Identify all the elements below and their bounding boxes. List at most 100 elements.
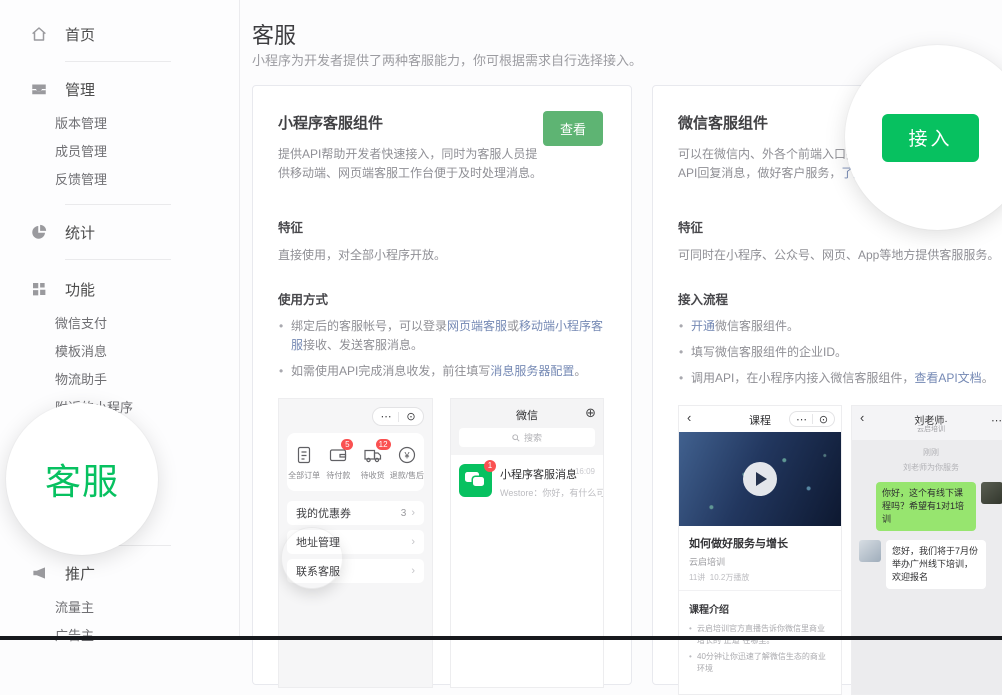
course-title: 如何做好服务与增长 [689, 535, 831, 551]
wallet-icon: 5 [327, 444, 349, 466]
shortcut-label: 退款/售后 [390, 470, 424, 481]
svg-text:¥: ¥ [403, 450, 410, 460]
chevron-right-icon: › [411, 536, 415, 548]
more-icon: ⋯ [991, 414, 1002, 427]
card-description: 提供API帮助开发者快速接入，同时为客服人员提供移动端、网页端客服工作台便于及时… [278, 145, 546, 183]
card-miniprogram-service: 小程序客服组件 查看 提供API帮助开发者快速接入，同时为客服人员提供移动端、网… [252, 85, 632, 685]
sidebar-item-stats[interactable]: 统计 [0, 218, 239, 246]
sidebar-item-logistics[interactable]: 物流助手 [0, 364, 239, 392]
add-icon: ⊕ [585, 405, 596, 421]
course-provider: 云启培训 [689, 555, 831, 568]
play-button-icon [743, 462, 777, 496]
connect-button[interactable]: 接入 [882, 114, 979, 162]
inline-link[interactable]: 开通 [691, 319, 715, 333]
usage-bullet: 如需使用API完成消息收发，前往填写消息服务器配置。 [278, 362, 607, 381]
spotlight-customer-service[interactable]: 客服 [6, 403, 158, 555]
sidebar-item-label: 功能 [65, 279, 95, 300]
screenshot-wechat-list: 微信 ⊕ 搜索 1 小程序客 [450, 398, 604, 688]
service-notice: 刘老师为你服务 [852, 462, 1002, 473]
sidebar-item-manage[interactable]: 管理 [0, 75, 239, 103]
chat-bubble-icon [473, 477, 484, 486]
more-icon: ⋯ [796, 413, 806, 426]
search-placeholder: 搜索 [524, 431, 542, 444]
course-header: ‹ 课程 ⋯ ⊙ [679, 406, 841, 432]
target-icon: ⊙ [406, 410, 415, 423]
miniprogram-capsule: ⋯ ⊙ [372, 407, 424, 426]
page-title: 客服 [252, 18, 296, 50]
refund-icon: ¥ [396, 444, 418, 466]
grid-icon [30, 280, 48, 298]
sidebar-item-advertiser[interactable]: 广告主 [0, 620, 239, 648]
sidebar-divider [65, 61, 171, 62]
inline-link[interactable]: 消息服务器配置 [490, 364, 574, 378]
screenshots-row: ⋯ ⊙ 全部订单 [278, 398, 607, 688]
chat-time: 16:09 [575, 467, 595, 476]
text-segment: 绑定后的客服帐号，可以登录 [291, 319, 447, 333]
sidebar-divider [65, 259, 171, 260]
usage-bullet: 绑定后的客服帐号，可以登录网页端客服或移动端小程序客服接收、发送客服消息。 [278, 317, 607, 355]
text-segment: 微信客服组件。 [715, 319, 799, 333]
order-shortcuts: 全部订单 5 待付款 12 [287, 433, 424, 491]
unread-badge: 1 [484, 460, 496, 472]
shortcut-label: 待付款 [326, 470, 350, 481]
highlight-ring [281, 527, 343, 589]
view-button[interactable]: 查看 [543, 111, 603, 146]
sidebar-item-label: 首页 [65, 24, 95, 45]
sidebar-item-member-manage[interactable]: 成员管理 [0, 136, 239, 164]
text-segment: 或 [507, 319, 519, 333]
intro-heading: 课程介绍 [689, 601, 831, 616]
target-icon: ⊙ [819, 413, 828, 426]
sidebar-item-template-message[interactable]: 模板消息 [0, 336, 239, 364]
feature-text: 可同时在小程序、公众号、网页、App等地方提供客服服务。 [678, 246, 1002, 263]
chat-list-item: 1 小程序客服消息 Westore：你好，有什么可以帮您? 16:09 [451, 455, 603, 508]
chevron-right-icon: › [411, 507, 415, 519]
intro-bullet: 40分钟让你迅速了解微信生态的商业环境 [689, 651, 831, 675]
outgoing-message: 你好，这个有线下课程吗？希望有1对1培训 [852, 482, 1002, 531]
page-subtitle: 小程序为开发者提供了两种客服能力，你可根据需求自行选择接入。 [252, 50, 642, 69]
sidebar-item-home[interactable]: 首页 [0, 0, 239, 48]
flow-bullet: 开通微信客服组件。 [678, 317, 1002, 336]
chat-header: ‹ 刘老师· 云启培训 ⋯ [852, 406, 1002, 440]
search-icon [512, 434, 520, 442]
shortcut-refund: ¥ 退款/售后 [390, 433, 424, 491]
sidebar-item-version-manage[interactable]: 版本管理 [0, 108, 239, 136]
usage-list: 绑定后的客服帐号，可以登录网页端客服或移动端小程序客服接收、发送客服消息。 如需… [278, 317, 607, 381]
sidebar-divider [65, 204, 171, 205]
chevron-right-icon: › [411, 565, 415, 577]
screenshot-orders-page: ⋯ ⊙ 全部订单 [278, 398, 433, 688]
sidebar-item-features[interactable]: 功能 [0, 275, 239, 303]
agent-org: 云启培训 [852, 424, 1002, 434]
order-list-icon [293, 444, 315, 466]
text-segment: 。 [574, 364, 586, 378]
course-intro: 课程介绍 云启培训官方直播告诉你微信里商业增长的“正道”在哪里。 40分钟让你迅… [679, 591, 841, 689]
sidebar-item-label: 管理 [65, 79, 95, 100]
flow-bullet: 填写微信客服组件的企业ID。 [678, 343, 1002, 362]
sidebar-item-promotion[interactable]: 推广 [0, 559, 239, 587]
message-bubble: 你好，这个有线下课程吗？希望有1对1培训 [876, 482, 976, 531]
intro-list: 云启培训官方直播告诉你微信里商业增长的“正道”在哪里。 40分钟让你迅速了解微信… [689, 623, 831, 675]
service-message-avatar: 1 [459, 464, 492, 497]
text-segment: 。 [982, 371, 994, 385]
sidebar-item-feedback-manage[interactable]: 反馈管理 [0, 164, 239, 192]
capsule-divider [398, 412, 399, 422]
inline-link[interactable]: 查看API文档 [914, 371, 981, 385]
truck-icon: 12 [362, 444, 384, 466]
sidebar-item-label: 统计 [65, 222, 95, 243]
row-label: 我的优惠券 [296, 505, 351, 521]
sidebar-item-traffic-owner[interactable]: 流量主 [0, 592, 239, 620]
sidebar-item-wechat-pay[interactable]: 微信支付 [0, 308, 239, 336]
user-avatar [981, 482, 1002, 504]
miniprogram-capsule: ⋯ ⊙ [789, 411, 835, 427]
inline-link[interactable]: 网页端客服 [447, 319, 507, 333]
row-value: 3 [401, 508, 407, 519]
badge-count: 12 [376, 439, 391, 450]
course-stats: 11讲 10.2万播放 [689, 572, 831, 583]
chat-preview: Westore：你好，有什么可以帮您? [500, 486, 604, 499]
video-thumbnail [679, 432, 841, 526]
pie-chart-icon [30, 223, 48, 241]
shortcut-all-orders: 全部订单 [287, 433, 321, 491]
chat-timestamp: 刚刚 [852, 447, 1002, 458]
spotlight-label: 客服 [45, 453, 119, 505]
intro-bullet: 云启培训官方直播告诉你微信里商业增长的“正道”在哪里。 [689, 623, 831, 647]
shortcut-label: 待收货 [361, 470, 385, 481]
